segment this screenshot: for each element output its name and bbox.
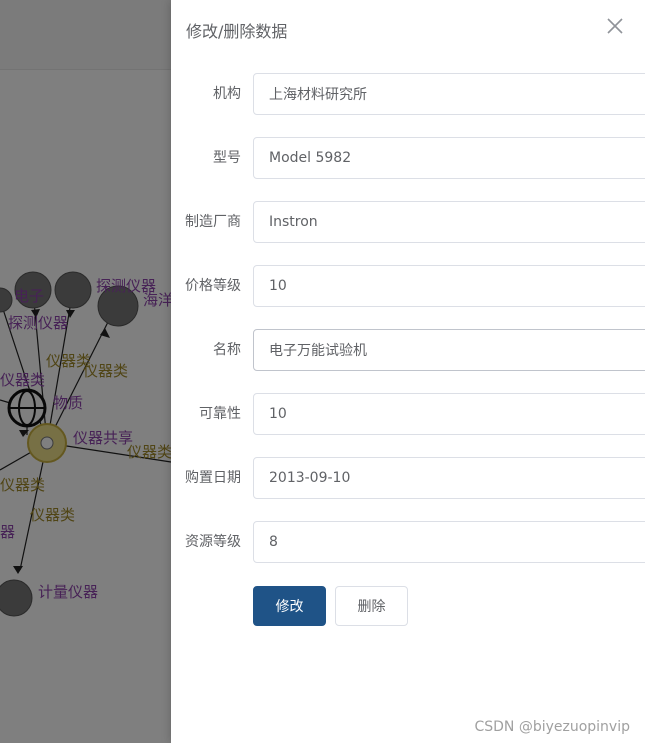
form-row-purchase-date: 购置日期 (171, 457, 645, 499)
drawer-title: 修改/删除数据 (186, 22, 288, 41)
field-label: 购置日期 (185, 470, 241, 486)
drawer-header: 修改/删除数据 (171, 0, 645, 56)
purchase-date-input[interactable] (253, 457, 645, 499)
field-label: 制造厂商 (185, 214, 241, 230)
resource-level-input[interactable] (253, 521, 645, 563)
reliability-input[interactable] (253, 393, 645, 435)
field-label: 机构 (213, 86, 241, 102)
form-row-name: 名称 (171, 329, 645, 371)
close-icon[interactable] (603, 14, 627, 38)
form-row-institution: 机构 (171, 73, 645, 115)
form-row-reliability: 可靠性 (171, 393, 645, 435)
modify-button[interactable]: 修改 (253, 586, 326, 626)
form-row-resource-level: 资源等级 (171, 521, 645, 563)
field-label: 型号 (213, 150, 241, 166)
field-label: 可靠性 (199, 406, 241, 422)
field-label: 资源等级 (185, 534, 241, 550)
institution-input[interactable] (253, 73, 645, 115)
form-row-price-level: 价格等级 (171, 265, 645, 307)
model-input[interactable] (253, 137, 645, 179)
manufacturer-input[interactable] (253, 201, 645, 243)
field-label: 价格等级 (185, 278, 241, 294)
watermark: CSDN @biyezuopinvip (474, 719, 630, 735)
edit-drawer: 修改/删除数据 机构 型号 制造厂商 价格等级 名称 可靠性 购置日期 资源等级… (171, 0, 645, 743)
form-row-model: 型号 (171, 137, 645, 179)
name-input[interactable] (253, 329, 645, 371)
delete-button[interactable]: 删除 (335, 586, 408, 626)
price-level-input[interactable] (253, 265, 645, 307)
form-row-manufacturer: 制造厂商 (171, 201, 645, 243)
field-label: 名称 (213, 342, 241, 358)
